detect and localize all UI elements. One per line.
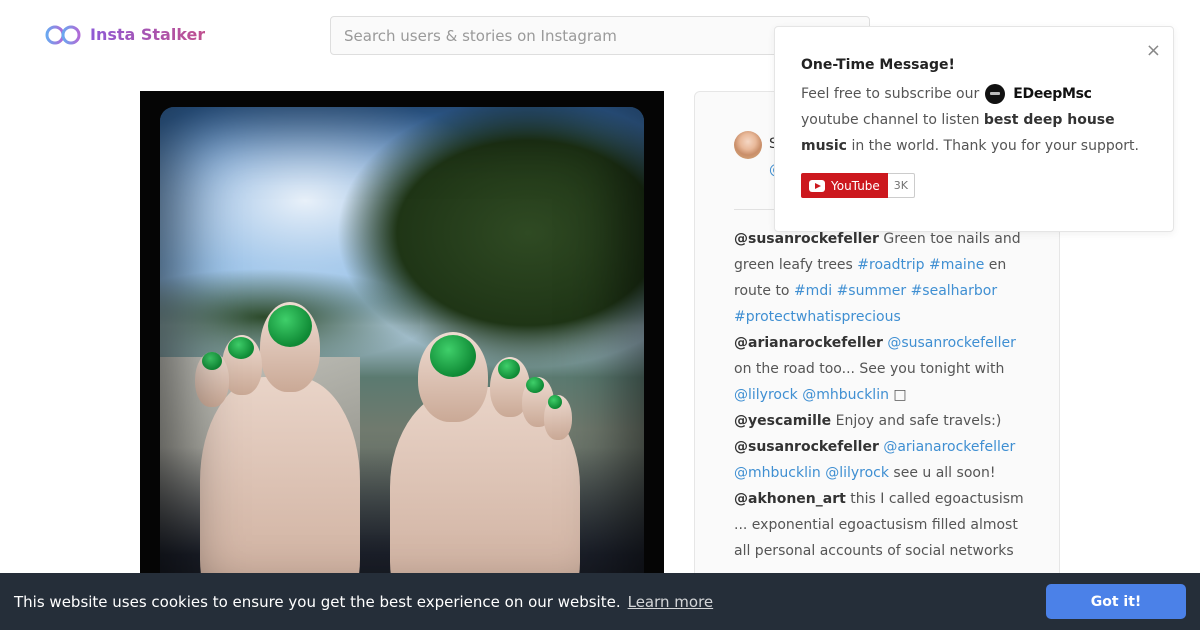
comment-text: □ bbox=[888, 387, 907, 403]
hashtag-link[interactable]: #sealharbor bbox=[911, 283, 998, 299]
glasses-icon bbox=[44, 22, 82, 46]
comment-text: on the road too... See you tonight with bbox=[734, 361, 1005, 377]
popup-title: One-Time Message! bbox=[801, 57, 955, 73]
comment-username[interactable]: @arianarockefeller bbox=[734, 335, 883, 351]
youtube-subscribe-button[interactable]: YouTube 3K bbox=[801, 173, 916, 198]
comment-item: @yescamille Enjoy and safe travels:) bbox=[734, 408, 1028, 434]
mention-link[interactable]: @susanrockefeller bbox=[887, 335, 1016, 351]
hashtag-link[interactable]: #protectwhatisprecious bbox=[734, 309, 901, 325]
brand-name: Insta Stalker bbox=[90, 24, 206, 44]
youtube-play-icon bbox=[809, 179, 825, 192]
popup-text-before: Feel free to subscribe our bbox=[801, 86, 980, 102]
post-photo[interactable] bbox=[140, 91, 664, 591]
channel-logo-icon bbox=[985, 84, 1006, 104]
avatar[interactable] bbox=[734, 131, 762, 159]
hashtag-link[interactable]: #summer bbox=[837, 283, 907, 299]
hashtag-link[interactable]: #mdi bbox=[794, 283, 832, 299]
learn-more-link[interactable]: Learn more bbox=[628, 593, 714, 611]
comment-item: @susanrockefeller @arianarockefeller @mh… bbox=[734, 434, 1028, 486]
photo-image bbox=[160, 107, 644, 591]
hashtag-link[interactable]: #roadtrip bbox=[857, 257, 924, 273]
channel-name: EDeepMsc bbox=[1013, 86, 1092, 102]
mention-link[interactable]: @mhbucklin bbox=[734, 465, 821, 481]
youtube-label: YouTube bbox=[831, 178, 880, 193]
comment-username[interactable]: @akhonen_art bbox=[734, 491, 846, 507]
youtube-button[interactable]: YouTube bbox=[801, 173, 888, 198]
comment-item: @susanrockefeller Green toe nails and gr… bbox=[734, 226, 1028, 330]
one-time-message-popup: × One-Time Message! Feel free to subscri… bbox=[774, 26, 1174, 232]
cookie-banner: This website uses cookies to ensure you … bbox=[0, 573, 1200, 630]
popup-text-mid: youtube channel to listen bbox=[801, 112, 980, 128]
subscriber-count: 3K bbox=[887, 173, 916, 198]
popup-message: Feel free to subscribe our EDeepMsc youtub… bbox=[801, 81, 1151, 159]
mention-link[interactable]: @lilyrock bbox=[734, 387, 798, 403]
got-it-button[interactable]: Got it! bbox=[1046, 584, 1186, 619]
comment-username[interactable]: @yescamille bbox=[734, 413, 831, 429]
comment-item: @arianarockefeller @susanrockefeller on … bbox=[734, 330, 1028, 408]
brand-logo[interactable]: Insta Stalker bbox=[44, 22, 205, 46]
comment-username[interactable]: @susanrockefeller bbox=[734, 439, 879, 455]
mention-link[interactable]: @mhbucklin bbox=[802, 387, 889, 403]
comment-username[interactable]: @susanrockefeller bbox=[734, 231, 879, 247]
channel-badge[interactable]: EDeepMsc bbox=[985, 81, 1092, 107]
comment-text: Enjoy and safe travels:) bbox=[831, 413, 1002, 429]
hashtag-link[interactable]: #maine bbox=[929, 257, 984, 273]
mention-link[interactable]: @lilyrock bbox=[825, 465, 889, 481]
mention-link[interactable]: @arianarockefeller bbox=[883, 439, 1015, 455]
cookie-message: This website uses cookies to ensure you … bbox=[14, 592, 621, 611]
comment-text: see u all soon! bbox=[888, 465, 996, 481]
comments-list: @susanrockefeller Green toe nails and gr… bbox=[734, 226, 1028, 590]
close-icon[interactable]: × bbox=[1146, 42, 1161, 60]
popup-text-after: in the world. Thank you for your support… bbox=[851, 138, 1139, 154]
